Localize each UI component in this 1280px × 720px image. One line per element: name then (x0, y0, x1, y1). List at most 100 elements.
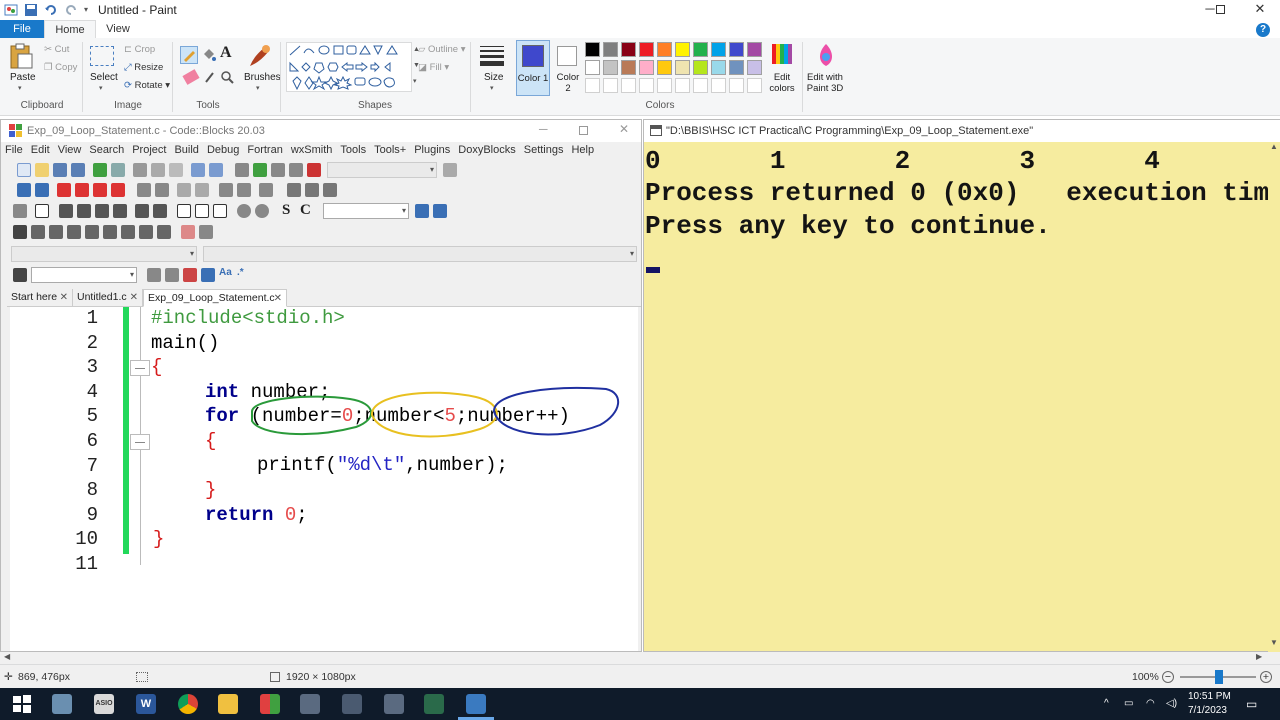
palette-swatch[interactable] (693, 60, 708, 75)
tab-exp09[interactable]: Exp_09_Loop_Statement.c ✕ (143, 289, 287, 307)
custom-color-slot[interactable] (747, 78, 762, 93)
open-file-icon[interactable] (35, 163, 49, 177)
asio-app-icon[interactable]: ASIO (94, 694, 114, 714)
clear-search-icon[interactable] (13, 268, 27, 282)
size-icon[interactable] (478, 44, 506, 68)
cut-button[interactable]: ✂ Cut (44, 44, 69, 55)
pencil-icon[interactable] (180, 46, 198, 64)
palette-swatch[interactable] (711, 42, 726, 57)
word-icon[interactable]: W (136, 694, 156, 714)
cut-cb-icon[interactable] (133, 163, 147, 177)
palette-swatch[interactable] (603, 60, 618, 75)
find-icon[interactable] (191, 163, 205, 177)
scope-combo[interactable]: ▾ (323, 203, 409, 219)
rebuild-icon[interactable] (289, 163, 303, 177)
custom-color-slot[interactable] (621, 78, 636, 93)
undo-icon[interactable] (44, 3, 58, 17)
zoom-out-button[interactable]: − (1162, 671, 1174, 683)
color-picker-icon[interactable] (204, 70, 216, 84)
menu-help[interactable]: Help (567, 142, 598, 160)
menu-wxsmith[interactable]: wxSmith (287, 142, 337, 160)
step-instr-icon[interactable] (67, 225, 81, 239)
jump-forward-icon[interactable] (35, 183, 49, 197)
step-into-icon[interactable] (287, 183, 301, 197)
palette-swatch[interactable] (747, 42, 762, 57)
folder-icon[interactable] (218, 694, 238, 714)
comment-icon[interactable] (137, 183, 151, 197)
palette-swatch[interactable] (639, 60, 654, 75)
notification-icon[interactable]: ▭ (1246, 697, 1257, 711)
sizer2-icon[interactable] (195, 204, 209, 218)
pause-icon[interactable] (139, 225, 153, 239)
paint3d-icon[interactable] (814, 42, 838, 68)
brushes-button[interactable]: Brushes (244, 72, 281, 83)
palette-swatch[interactable] (729, 60, 744, 75)
menu-file[interactable]: File (1, 142, 27, 160)
wifi-icon[interactable]: ◠ (1146, 698, 1155, 709)
panel-icon[interactable] (95, 204, 109, 218)
color-wheel-icon[interactable] (770, 42, 794, 66)
debug-info-icon[interactable] (199, 225, 213, 239)
paste-dropdown-icon[interactable]: ▾ (18, 84, 22, 92)
cb-close-button[interactable]: ✕ (619, 122, 629, 136)
size-button[interactable]: Size (484, 72, 503, 83)
menu-build[interactable]: Build (170, 142, 202, 160)
tab-untitled1[interactable]: Untitled1.c ✕ (73, 289, 143, 307)
fold-toggle-for[interactable] (130, 434, 150, 450)
bookmark-next-icon[interactable] (93, 183, 107, 197)
save-file-icon[interactable] (53, 163, 67, 177)
save-all-icon[interactable] (71, 163, 85, 177)
crop-button[interactable]: ⊏ Crop (124, 44, 155, 55)
tab-close-icon[interactable]: ✕ (274, 290, 282, 307)
pointer-icon[interactable] (13, 204, 27, 218)
menu-project[interactable]: Project (128, 142, 170, 160)
menu-plugins[interactable]: Plugins (410, 142, 454, 160)
break-debugger-icon[interactable] (121, 225, 135, 239)
step-into-instr-icon[interactable] (85, 225, 99, 239)
tab-file[interactable]: File (0, 20, 44, 38)
menu-view[interactable]: View (54, 142, 86, 160)
replace-icon[interactable] (209, 163, 223, 177)
palette-swatch[interactable] (621, 42, 636, 57)
step-out-icon[interactable] (323, 183, 337, 197)
doxy-config-icon[interactable] (237, 183, 251, 197)
edit-paint3d-button[interactable]: Edit with Paint 3D (804, 72, 846, 94)
fill-button[interactable]: ◪ Fill ▾ (418, 62, 449, 73)
new-file-icon[interactable] (17, 163, 31, 177)
copy-button[interactable]: ❐ Copy (44, 62, 77, 73)
copy-cb-icon[interactable] (151, 163, 165, 177)
debug-windows-icon[interactable] (181, 225, 195, 239)
run-to-cursor-icon[interactable] (31, 225, 45, 239)
network-icon[interactable]: ▭ (1124, 698, 1133, 709)
app-task-icon-2[interactable] (342, 694, 362, 714)
match-case-icon[interactable]: Aa (219, 267, 232, 278)
close-button[interactable]: ✕ (1240, 0, 1280, 20)
frame-icon[interactable] (77, 204, 91, 218)
code-editor[interactable]: 1 2 3 4 5 6 7 8 9 10 11 #include<stdio.h> main() {… (10, 307, 638, 651)
maximize-button[interactable] (1200, 0, 1240, 20)
tab-home[interactable]: Home (44, 20, 96, 38)
palette-swatch[interactable] (711, 60, 726, 75)
grid-icon[interactable] (153, 204, 167, 218)
select-dropdown-icon[interactable]: ▾ (99, 84, 103, 92)
bookmark-toggle-icon[interactable] (57, 183, 71, 197)
regex-icon[interactable]: .* (237, 267, 244, 278)
custom-color-slot[interactable] (675, 78, 690, 93)
palette-swatch[interactable] (675, 60, 690, 75)
app-task-icon-3[interactable] (384, 694, 404, 714)
palette-swatch[interactable] (657, 42, 672, 57)
jump-back-icon[interactable] (17, 183, 31, 197)
zoom-in-icon[interactable] (237, 204, 251, 218)
palette-swatch[interactable] (585, 42, 600, 57)
resize-button[interactable]: ⤢ Resize (124, 62, 163, 73)
doxy-icon[interactable] (219, 183, 233, 197)
palette-swatch[interactable] (675, 42, 690, 57)
console-task-icon[interactable] (424, 694, 444, 714)
cb-maximize-button[interactable] (579, 126, 588, 135)
paint-task-icon[interactable] (466, 694, 486, 714)
stop-debug-icon[interactable] (157, 225, 171, 239)
size-dropdown-icon[interactable]: ▾ (490, 84, 494, 92)
tab-close-icon[interactable]: ✕ (60, 289, 68, 306)
file-explorer-task-icon[interactable] (52, 694, 72, 714)
zoom-slider-thumb[interactable] (1215, 670, 1223, 684)
